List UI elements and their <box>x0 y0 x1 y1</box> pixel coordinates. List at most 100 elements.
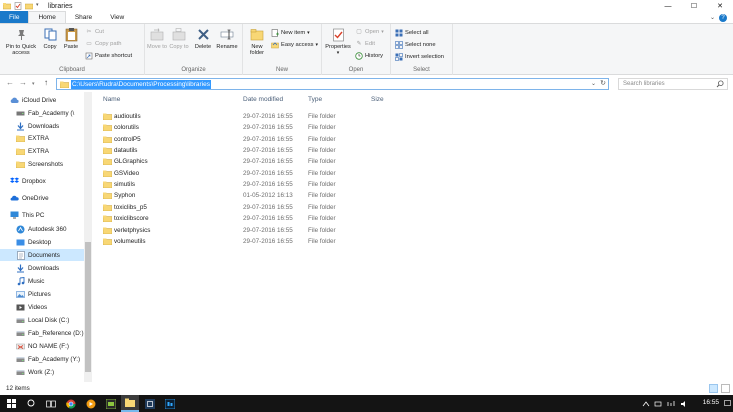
table-row[interactable]: toxiclibs_p5 29-07-2016 16:55 File folder <box>100 202 400 213</box>
table-row[interactable]: GLGraphics 29-07-2016 16:55 File folder <box>100 156 400 167</box>
back-arrow-icon[interactable]: ← <box>6 78 14 87</box>
nav-item-music[interactable]: Music <box>0 275 44 287</box>
table-row[interactable]: colorutils 29-07-2016 16:55 File folder <box>100 122 400 133</box>
table-row[interactable]: toxiclibscore 29-07-2016 16:55 File folder <box>100 213 400 224</box>
up-arrow-icon[interactable]: ↑ <box>44 78 48 87</box>
easy-access-button[interactable]: Easy access ▾ <box>271 41 318 49</box>
move-to-button[interactable]: Move to <box>147 27 167 50</box>
invert-selection-button[interactable]: Invert selection <box>395 53 444 61</box>
maximize-button[interactable]: ☐ <box>681 0 707 12</box>
history-button[interactable]: History <box>355 52 383 60</box>
nav-item-no-name-f[interactable]: NO NAME (F:) <box>0 340 69 352</box>
table-row[interactable]: verletphysics 29-07-2016 16:55 File folder <box>100 225 400 236</box>
file-explorer-taskbar-icon[interactable] <box>121 395 139 412</box>
nav-item-fab-reference-d[interactable]: Fab_Reference (D:) <box>0 327 84 339</box>
recent-locations-icon[interactable]: ▾ <box>32 81 35 87</box>
nav-item-this-pc[interactable]: This PC <box>0 209 44 221</box>
paste-shortcut-button[interactable]: Paste shortcut <box>85 52 132 60</box>
pin-quick-access-button[interactable]: Pin to Quick access <box>3 27 39 56</box>
qat-customize-icon[interactable]: ▾ <box>36 2 44 10</box>
new-item-button[interactable]: New item ▾ <box>271 29 310 37</box>
properties-icon[interactable] <box>14 2 22 10</box>
new-folder-button[interactable]: New folder <box>246 27 268 56</box>
clipboard-group-label: Clipboard <box>59 67 85 73</box>
help-icon[interactable]: ? <box>719 14 727 22</box>
copy-button[interactable]: Copy <box>42 27 58 50</box>
refresh-icon[interactable]: ↻ <box>600 79 606 87</box>
copy-path-button[interactable]: ▭ Copy path <box>85 40 121 48</box>
notifications-icon[interactable] <box>721 395 733 412</box>
delete-button[interactable]: Delete <box>193 27 213 50</box>
rename-button[interactable]: Rename <box>216 27 238 50</box>
open-button[interactable]: ▢ Open ▾ <box>355 28 383 36</box>
tab-file[interactable]: File <box>0 11 29 23</box>
cut-button[interactable]: ✂ Cut <box>85 28 104 36</box>
copy-to-button[interactable]: Copy to <box>169 27 189 50</box>
nav-item-fab-academy-y[interactable]: Fab_Academy (Y:) <box>0 353 80 365</box>
select-group: Select all Select none Invert selection … <box>391 24 453 75</box>
media-app-icon[interactable] <box>82 395 100 412</box>
nav-item-pictures[interactable]: Pictures <box>0 288 51 300</box>
photoshop-icon[interactable] <box>161 395 179 412</box>
column-header-size[interactable]: Size <box>371 96 384 103</box>
nav-scrollbar-thumb[interactable] <box>85 242 91 372</box>
nav-item-videos[interactable]: Videos <box>0 301 47 313</box>
details-view-icon[interactable] <box>709 384 718 393</box>
mendeley-icon[interactable] <box>102 395 120 412</box>
nav-item-fab-academy[interactable]: Fab_Academy (\ <box>0 107 74 119</box>
ribbon-collapse-icon[interactable]: ⌄ <box>710 14 715 21</box>
close-button[interactable]: ✕ <box>707 0 733 12</box>
properties-button[interactable]: Properties ▾ <box>324 27 352 56</box>
nav-item-onedrive[interactable]: OneDrive <box>0 192 49 204</box>
nav-item-downloads[interactable]: Downloads <box>0 262 59 274</box>
table-row[interactable]: controlP5 29-07-2016 16:55 File folder <box>100 134 400 145</box>
column-header-date[interactable]: Date modified <box>243 96 283 103</box>
nav-item-extra[interactable]: EXTRA <box>0 145 49 157</box>
nav-item-downloads[interactable]: Downloads <box>0 120 59 132</box>
tab-home[interactable]: Home <box>28 11 66 23</box>
nav-item-desktop[interactable]: Desktop <box>0 236 51 248</box>
search-taskbar-icon[interactable] <box>22 395 40 412</box>
table-row[interactable]: audioutils 29-07-2016 16:55 File folder <box>100 111 400 122</box>
select-none-button[interactable]: Select none <box>395 41 436 49</box>
minimize-button[interactable]: — <box>655 0 681 12</box>
file-name: verletphysics <box>114 226 151 234</box>
system-tray-icons[interactable] <box>640 395 692 412</box>
processing-icon[interactable] <box>141 395 159 412</box>
address-bar[interactable]: C:\Users\Rudra\Documents\Processing\libr… <box>56 78 609 90</box>
task-view-icon[interactable] <box>42 395 60 412</box>
large-icons-view-icon[interactable] <box>721 384 730 393</box>
nav-item-local-disk-c[interactable]: Local Disk (C:) <box>0 314 69 326</box>
nav-item-work-z[interactable]: Work (Z:) <box>0 366 54 378</box>
nav-item-extra[interactable]: EXTRA <box>0 132 49 144</box>
nav-item-label: Videos <box>28 303 48 311</box>
start-windows-icon[interactable] <box>2 395 20 412</box>
column-header-type[interactable]: Type <box>308 96 322 103</box>
nav-item-screenshots[interactable]: Screenshots <box>0 158 63 170</box>
tab-view[interactable]: View <box>101 11 133 23</box>
table-row[interactable]: simutils 29-07-2016 16:55 File folder <box>100 179 400 190</box>
file-date: 29-07-2016 16:55 <box>243 215 293 223</box>
chrome-icon[interactable] <box>62 395 80 412</box>
table-row[interactable]: GSVideo 29-07-2016 16:55 File folder <box>100 168 400 179</box>
search-input[interactable]: Search libraries <box>618 78 728 90</box>
nav-item-dropbox[interactable]: Dropbox <box>0 175 46 187</box>
table-row[interactable]: datautils 29-07-2016 16:55 File folder <box>100 145 400 156</box>
nav-scrollbar[interactable] <box>84 92 92 382</box>
nav-item-documents[interactable]: Documents <box>0 249 84 261</box>
table-row[interactable]: Syphon 01-05-2012 16:13 File folder <box>100 190 400 201</box>
nav-item-icloud-drive[interactable]: iCloud Drive <box>0 94 56 106</box>
select-all-button[interactable]: Select all <box>395 29 429 37</box>
nav-item-autodesk-360[interactable]: Autodesk 360 <box>0 223 67 235</box>
edit-button[interactable]: ✎ Edit <box>355 40 375 48</box>
tab-share[interactable]: Share <box>66 11 101 23</box>
column-header-name[interactable]: Name <box>103 96 120 103</box>
taskbar-clock[interactable]: 16:55 <box>703 399 719 406</box>
nav-item-label: Desktop <box>28 238 52 246</box>
forward-arrow-icon[interactable]: → <box>19 78 27 87</box>
address-dropdown-icon[interactable]: ⌄ <box>591 80 596 87</box>
address-path[interactable]: C:\Users\Rudra\Documents\Processing\libr… <box>71 80 211 89</box>
table-row[interactable]: volumeutils 29-07-2016 16:55 File folder <box>100 236 400 247</box>
paste-button[interactable]: Paste <box>63 27 79 50</box>
new-folder-qat-icon[interactable] <box>24 2 34 10</box>
